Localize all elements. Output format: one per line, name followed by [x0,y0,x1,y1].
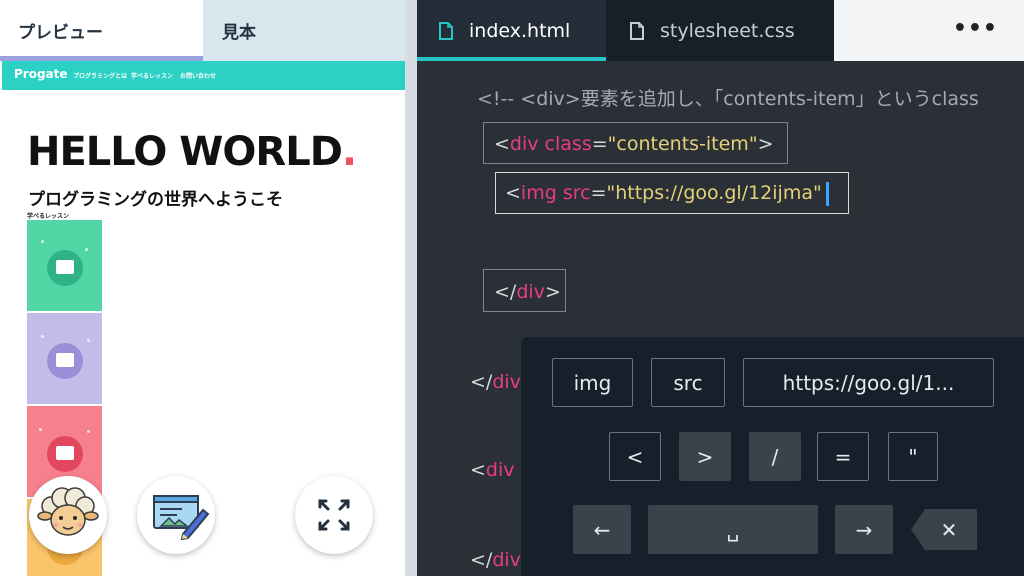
browser-icon [56,260,74,274]
site-header: Progate プログラミングとは 学べるレッスン お問い合わせ [2,61,405,90]
code-tag: div [492,371,521,393]
tab-index-html[interactable]: index.html [417,0,606,61]
code-punct: < [470,459,486,481]
card-sparkle [39,428,42,431]
code-punct: < [505,182,521,204]
card-sparkle [87,339,90,342]
lesson-card-icon [47,436,83,472]
code-punct: = [591,133,608,155]
card-sparkle [41,335,44,338]
tab-sample-label: 見本 [222,23,256,43]
expand-button[interactable] [295,476,373,554]
editor-illustration-icon [153,495,210,541]
code-tag: div [516,281,545,303]
site-nav-item[interactable]: プログラミングとは [73,71,127,80]
text-caret [826,182,829,206]
hero-title-text: HELLO WORLD [27,129,343,175]
lessons-heading: 学べるレッスン [27,213,70,220]
key-equals[interactable]: = [817,432,869,481]
elephant-icon [56,353,74,367]
lesson-card-icon [47,250,83,286]
more-icon: ••• [952,16,998,41]
code-tag: div [509,133,539,155]
key-left-arrow[interactable]: ← [573,505,631,554]
site-nav-item[interactable]: 学べるレッスン [131,71,173,80]
key-greater-than[interactable]: > [679,432,731,481]
code-attr: class [538,133,592,155]
delete-glyph: ✕ [940,517,958,542]
code-line-img: <img src="https://goo.gl/12ijma" [505,182,822,204]
file-icon [439,21,453,40]
key-quote[interactable]: " [888,432,938,481]
code-line-div-close: </div> [494,281,561,303]
code-punct: > [757,133,774,155]
site-logo[interactable]: Progate [14,67,68,81]
hero-subtitle: プログラミングの世界へようこそ [28,190,283,210]
key-delete[interactable]: ✕ [911,509,977,550]
key-img[interactable]: img [552,358,633,407]
tab-preview[interactable]: プレビュー [0,0,203,61]
key-slash[interactable]: / [749,432,801,481]
code-punct: </ [494,281,517,303]
preview-pane: プレビュー 見本 Progate プログラミングとは 学べるレッスン お問い合わ… [0,0,405,576]
left-arrow-icon: ← [593,517,611,542]
code-comment: <!-- <div>要素を追加し、「contents-item」というclass [477,88,979,110]
tab-sample[interactable]: 見本 [203,0,405,61]
code-string: "contents-item" [607,133,758,155]
avatar-button[interactable] [29,476,107,554]
key-less-than[interactable]: < [609,432,661,481]
code-tag: div [492,549,521,571]
code-punct: = [590,182,607,204]
lesson-card-php[interactable] [27,313,102,404]
code-tag: img [520,182,557,204]
site-nav-item[interactable]: お問い合わせ [180,71,216,80]
card-sparkle [87,430,90,433]
hero-title: HELLO WORLD. [27,129,357,175]
code-keyboard: img src https://goo.gl/1... < > / = " ← … [521,337,1024,576]
card-sparkle [85,248,88,251]
file-tabs: index.html stylesheet.css ••• [417,0,1024,61]
expand-icon [318,499,350,531]
key-right-arrow[interactable]: → [835,505,893,554]
lesson-card-icon [47,343,83,379]
space-icon: ␣ [726,517,740,542]
code-punct: </ [470,549,493,571]
code-punct: > [544,281,561,303]
tab-stylesheet-css[interactable]: stylesheet.css [606,0,834,61]
right-arrow-icon: → [855,517,873,542]
code-line-div-close-2: </div [470,371,521,393]
key-src[interactable]: src [651,358,725,407]
code-line-div-close-3: </div [470,549,521,571]
tab-preview-label: プレビュー [18,23,103,43]
more-menu-button[interactable]: ••• [834,0,1024,61]
sheep-icon [37,487,99,536]
code-punct: </ [470,371,493,393]
preview-tabs: プレビュー 見本 [0,0,405,61]
key-url-suggestion[interactable]: https://goo.gl/1... [743,358,994,407]
file-icon [630,21,644,40]
code-punct: < [494,133,510,155]
pane-divider[interactable] [405,0,417,576]
tab-stylesheet-css-label: stylesheet.css [660,19,795,42]
tab-index-html-label: index.html [469,19,571,42]
gem-icon [56,446,74,460]
key-space[interactable]: ␣ [648,505,818,554]
lesson-card-html[interactable] [27,220,102,311]
code-string: "https://goo.gl/12ijma" [606,182,822,204]
editor-mode-button[interactable] [137,476,215,554]
card-sparkle [41,240,44,243]
code-attr: src [556,182,591,204]
hero-title-dot: . [341,129,357,175]
code-line-div-open: <div class="contents-item"> [494,133,773,155]
